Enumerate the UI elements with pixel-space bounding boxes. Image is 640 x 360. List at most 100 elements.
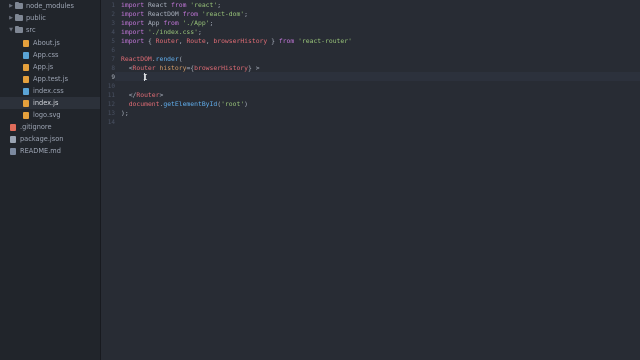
line-number: 3 (111, 20, 115, 27)
code-token: browserHistory (194, 64, 249, 72)
code-token: 'react' (190, 1, 218, 9)
code-token: ; (197, 28, 202, 36)
line-number: 8 (111, 65, 115, 72)
folder-icon (15, 1, 23, 9)
file-tree-item[interactable]: ▼ src (0, 24, 100, 36)
chevron-right-icon[interactable]: ▶ (8, 15, 14, 21)
line-number: 5 (111, 38, 115, 45)
code-line[interactable]: <Router history={browserHistory} > (121, 64, 260, 73)
file-tree-item[interactable]: .gitignore (0, 121, 100, 133)
git-file-icon (10, 123, 16, 131)
ibeam-cursor-icon: I (143, 73, 148, 82)
code-token: getElementById (163, 100, 218, 108)
code-line[interactable]: import ReactDOM from 'react-dom'; (121, 10, 248, 19)
code-token: Route (186, 37, 206, 45)
js-file-icon (23, 63, 29, 71)
code-token: render (155, 55, 179, 63)
code-token: </ (121, 91, 137, 99)
code-token: import (121, 37, 148, 45)
file-tree-item[interactable]: App.js (0, 61, 100, 73)
code-token: Router (136, 91, 160, 99)
folder-icon (15, 13, 23, 21)
code-token: document (128, 100, 160, 108)
file-tree-panel: ▶ node_modules ▶ public ▼ src About.js App.css A… (0, 0, 101, 360)
line-number: 2 (111, 11, 115, 18)
code-token: 'react-dom' (201, 10, 245, 18)
code-line[interactable]: import { Router, Route, browserHistory }… (121, 37, 352, 46)
chevron-down-icon[interactable]: ▼ (8, 27, 14, 33)
code-token: Router (132, 64, 156, 72)
line-number: 10 (107, 83, 115, 90)
code-token: ; (209, 19, 214, 27)
file-tree-label: node_modules (26, 2, 74, 10)
code-token: ) (244, 100, 249, 108)
file-tree-item[interactable]: package.json (0, 133, 100, 145)
js-file-icon (23, 75, 29, 83)
code-token: import (121, 19, 148, 27)
line-number: 6 (111, 47, 115, 54)
file-tree-label: About.js (33, 39, 60, 47)
chevron-right-icon[interactable]: ▶ (8, 3, 14, 9)
code-token: < (121, 64, 133, 72)
file-tree-item[interactable]: README.md (0, 145, 100, 157)
code-token: 'root' (221, 100, 245, 108)
file-tree-label: App.test.js (33, 75, 69, 83)
file-tree-item[interactable]: ▶ node_modules (0, 0, 100, 12)
code-token: } > (248, 64, 260, 72)
file-tree-item[interactable]: ▶ public (0, 12, 100, 24)
folder-icon (15, 25, 23, 33)
markdown-file-icon (10, 147, 16, 155)
code-token: ReactDOM (147, 10, 183, 18)
code-token: from (171, 1, 191, 9)
code-token: ReactDOM (121, 55, 152, 63)
file-tree-item[interactable]: App.css (0, 49, 100, 61)
code-token: './index.css' (147, 28, 198, 36)
line-number: 14 (107, 119, 115, 126)
code-line[interactable]: ReactDOM.render( (121, 55, 183, 64)
code-line[interactable]: import App from './App'; (121, 19, 213, 28)
js-file-icon (23, 39, 29, 47)
code-line[interactable]: import React from 'react'; (121, 1, 221, 10)
code-editor[interactable]: 1 2 3 4 5 6 7 8 9 10 11 12 13 14 import React from 'r… (101, 0, 640, 360)
json-file-icon (10, 135, 16, 143)
code-token: from (163, 19, 183, 27)
code-token: { (147, 37, 156, 45)
css-file-icon (23, 51, 29, 59)
file-tree-item[interactable]: index.css (0, 85, 100, 97)
code-line[interactable]: document.getElementById('root') (121, 100, 248, 109)
code-token: from (278, 37, 299, 45)
line-number: 13 (107, 110, 115, 117)
code-line[interactable]: </Router> (121, 91, 164, 100)
code-token: history (159, 64, 187, 72)
file-tree-item[interactable]: index.js (0, 97, 100, 109)
line-number: 9 (111, 74, 115, 81)
code-token: from (182, 10, 202, 18)
code-line[interactable]: ); (121, 109, 129, 118)
code-token: App (147, 19, 164, 27)
file-tree-label: public (26, 14, 46, 22)
file-tree-label: index.js (33, 99, 59, 107)
file-tree-label: src (26, 26, 36, 34)
code-token: 'react-router' (298, 37, 352, 45)
file-tree-label: logo.svg (33, 111, 61, 119)
code-token: } (267, 37, 279, 45)
line-number: 12 (107, 101, 115, 108)
code-token: browserHistory (213, 37, 268, 45)
editor-window: ▶ node_modules ▶ public ▼ src About.js App.css A… (0, 0, 640, 360)
file-tree-label: index.css (33, 87, 64, 95)
file-tree-item[interactable]: About.js (0, 37, 100, 49)
file-tree-item[interactable]: App.test.js (0, 73, 100, 85)
code-line[interactable]: import './index.css'; (121, 28, 202, 37)
code-token: ); (121, 109, 129, 117)
file-tree-label: package.json (20, 135, 64, 143)
code-token: ; (217, 1, 222, 9)
file-tree-label: .gitignore (20, 123, 52, 131)
line-number: 4 (111, 29, 115, 36)
file-tree-label: README.md (20, 147, 61, 155)
code-token: import (121, 1, 148, 9)
file-tree-item[interactable]: logo.svg (0, 109, 100, 121)
code-token: Router (155, 37, 179, 45)
line-number: 11 (107, 92, 115, 99)
line-number: 1 (111, 2, 115, 9)
